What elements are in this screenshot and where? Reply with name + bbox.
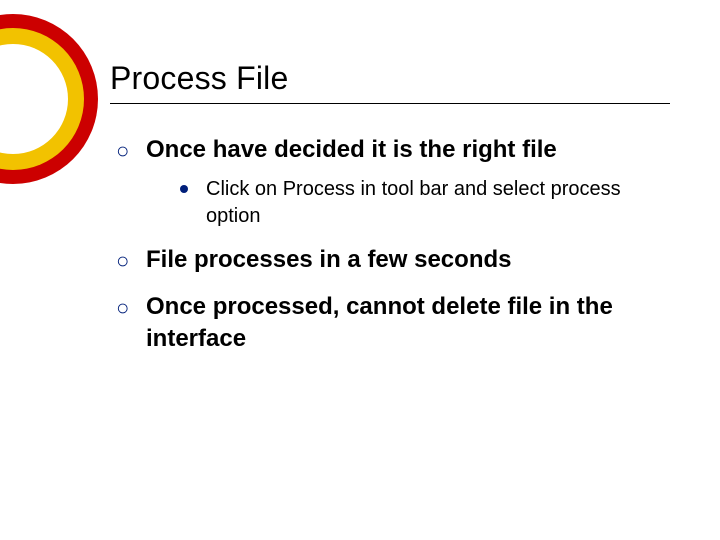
sub-bullet-item: Click on Process in tool bar and select … bbox=[180, 176, 680, 230]
bullet-item: ○ File processes in a few seconds bbox=[116, 244, 680, 276]
slide-title: Process File bbox=[110, 60, 680, 97]
ring-bullet-icon: ○ bbox=[116, 293, 129, 323]
bullet-list: ○ Once have decided it is the right file… bbox=[110, 134, 680, 356]
sub-bullet-list: Click on Process in tool bar and select … bbox=[146, 176, 680, 230]
sub-bullet-text: Click on Process in tool bar and select … bbox=[206, 178, 621, 227]
bullet-text: File processes in a few seconds bbox=[146, 246, 511, 273]
bullet-text: Once processed, cannot delete file in th… bbox=[146, 293, 613, 352]
ring-bullet-icon: ○ bbox=[116, 136, 129, 166]
dot-bullet-icon bbox=[180, 185, 188, 193]
bullet-text: Once have decided it is the right file bbox=[146, 136, 557, 163]
slide-content: Process File ○ Once have decided it is t… bbox=[0, 0, 720, 540]
title-rule bbox=[110, 103, 670, 104]
ring-bullet-icon: ○ bbox=[116, 246, 129, 276]
bullet-item: ○ Once processed, cannot delete file in … bbox=[116, 291, 680, 356]
bullet-item: ○ Once have decided it is the right file… bbox=[116, 134, 680, 230]
